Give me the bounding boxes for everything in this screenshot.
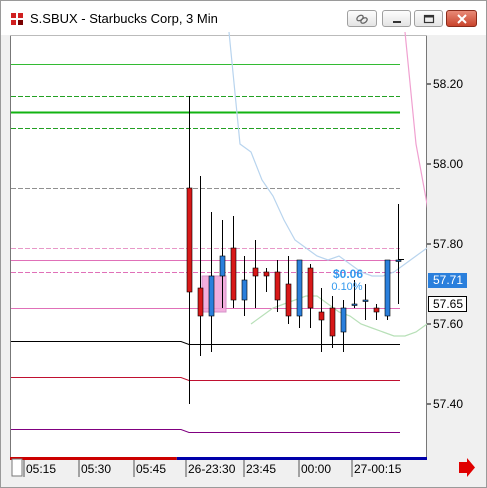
time-tick-label: 00:00 xyxy=(301,462,331,476)
candle-body xyxy=(230,247,237,301)
time-tick-label: 05:15 xyxy=(26,462,56,476)
time-scale-segment xyxy=(176,457,427,460)
change-percent: 0.10% xyxy=(331,281,362,293)
candle-body xyxy=(197,287,204,317)
candle-body xyxy=(285,283,292,317)
candle-body xyxy=(263,271,270,277)
candle-body xyxy=(208,275,215,317)
candle-body xyxy=(186,187,193,293)
candle-body xyxy=(252,267,259,277)
candle-body xyxy=(241,279,248,301)
candle-body xyxy=(384,259,391,317)
time-scale-segment xyxy=(10,457,177,460)
candle-body xyxy=(395,259,402,262)
time-scale-bar xyxy=(10,457,427,460)
candle-body xyxy=(351,303,358,306)
time-axis-handle[interactable] xyxy=(11,458,23,477)
price-chart[interactable]: $0.06 0.10% 58.20 58.00 57.80 57.60 57.40 57.… xyxy=(1,1,486,487)
time-tick-label: 23:45 xyxy=(246,462,276,476)
plot-area[interactable] xyxy=(10,35,427,457)
candle-body xyxy=(329,307,336,337)
time-tick-label: 27-00:15 xyxy=(354,462,402,476)
time-tick-label: 26-23:30 xyxy=(188,462,236,476)
price-tick-label: 58.00 xyxy=(433,157,463,171)
price-label-text: 57.71 xyxy=(433,273,463,287)
candle-body xyxy=(373,307,380,313)
candle[interactable] xyxy=(384,259,391,320)
price-label-box: 57.65 xyxy=(428,296,467,312)
price-label-text: 57.65 xyxy=(433,297,463,311)
candle-body xyxy=(362,299,369,302)
candle-body xyxy=(307,267,314,309)
price-axis[interactable]: 58.20 58.00 57.80 57.60 57.40 57.71 57.65 xyxy=(427,35,486,457)
candle-body xyxy=(296,259,303,317)
time-tick-label: 05:45 xyxy=(136,462,166,476)
candle-body xyxy=(340,307,347,333)
change-amount: $0.06 xyxy=(333,267,363,281)
price-tick-label: 57.60 xyxy=(433,317,463,331)
price-tick-label: 58.20 xyxy=(433,77,463,91)
change-annotation: $0.06 0.10% xyxy=(331,267,363,293)
price-label-highlight: 57.71 xyxy=(428,273,467,288)
candle-body xyxy=(219,255,226,277)
time-tick-label: 05:30 xyxy=(81,462,111,476)
candle-body xyxy=(318,311,325,321)
chart-window: S.SBUX - Starbucks Corp, 3 Min $0.06 0.1… xyxy=(0,0,487,488)
candle-body xyxy=(274,271,281,301)
price-tick-label: 57.40 xyxy=(433,397,463,411)
price-tick-label: 57.80 xyxy=(433,237,463,251)
